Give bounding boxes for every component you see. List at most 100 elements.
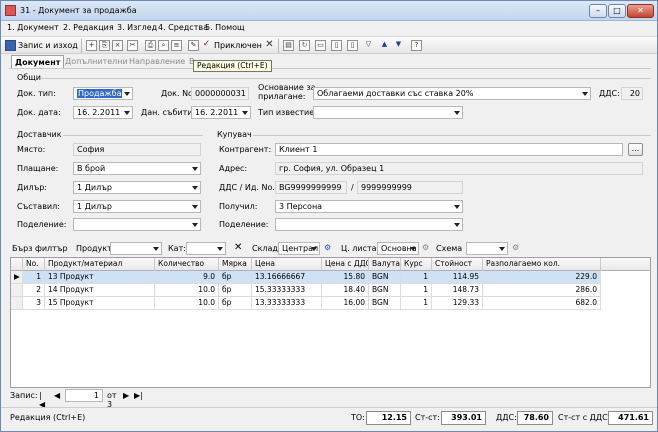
- column-header[interactable]: Разполагаемо кол.: [483, 258, 601, 271]
- author-label: Съставил:: [17, 202, 60, 211]
- supplier-dept-select[interactable]: [73, 218, 201, 231]
- scheme-settings-icon[interactable]: ⚙: [512, 243, 519, 252]
- print-icon[interactable]: ⎙: [145, 40, 156, 51]
- cut-icon[interactable]: ✂: [127, 40, 138, 51]
- id-no-field[interactable]: 9999999999: [357, 181, 463, 194]
- scheme-select[interactable]: [466, 242, 508, 255]
- table-row[interactable]: ▶ 1 13 Продукт 9.0 бр 13.16666667 15.80 …: [11, 271, 601, 284]
- save-close-button[interactable]: Запис и изход: [18, 39, 78, 52]
- vat-rate-field[interactable]: 20: [621, 87, 643, 100]
- reason-select[interactable]: Облагаеми доставки със ставка 20%: [313, 87, 591, 100]
- last-record-icon[interactable]: ▶|: [134, 391, 143, 400]
- doc-date-picker[interactable]: 16. 2.2011: [73, 106, 133, 119]
- table-row[interactable]: 2 14 Продукт 10.0 бр 15.33333333 18.40 B…: [11, 284, 601, 297]
- page-copy-icon[interactable]: ▯: [347, 40, 358, 51]
- column-header[interactable]: Продукт/материал: [45, 258, 155, 271]
- tax-date-picker[interactable]: 16. 2.2011: [191, 106, 251, 119]
- page-icon[interactable]: ▯: [331, 40, 342, 51]
- warehouse-settings-icon[interactable]: ⚙: [324, 243, 331, 252]
- cancel-icon[interactable]: ✕: [264, 40, 275, 51]
- column-header[interactable]: Количество: [155, 258, 219, 271]
- category-filter-label: Кат:: [168, 244, 186, 253]
- cell-available: 229.0: [483, 271, 601, 284]
- author-select[interactable]: 1 Дилър: [73, 200, 201, 213]
- accepted-button[interactable]: Приключен: [214, 39, 262, 52]
- refresh-icon[interactable]: ↻: [299, 40, 310, 51]
- doc-type-select[interactable]: Продажба: [73, 87, 133, 100]
- maximize-button[interactable]: □: [608, 4, 626, 18]
- column-header[interactable]: Курс: [401, 258, 432, 271]
- payment-value: В брой: [77, 164, 106, 173]
- table-row[interactable]: 3 15 Продукт 10.0 бр 13.33333333 16.00 B…: [11, 297, 601, 310]
- buyer-dept-select[interactable]: [275, 218, 463, 231]
- reason-label: Основание за прилагане:: [258, 83, 316, 101]
- prev-record-icon[interactable]: ◀: [54, 391, 60, 400]
- category-filter-select[interactable]: [186, 242, 226, 255]
- toolbar-separator: [278, 39, 279, 53]
- clear-filter-icon[interactable]: ✕: [234, 243, 242, 253]
- tab-direction[interactable]: Направление: [129, 55, 185, 69]
- status-bar: Редакция (Ctrl+E) ТО: 12.15 Ст-ст: 393.0…: [1, 407, 657, 431]
- list-icon[interactable]: ▤: [283, 40, 294, 51]
- next-record-icon[interactable]: ▶: [123, 391, 129, 400]
- cell-product: 14 Продукт: [45, 284, 155, 297]
- menu-edit[interactable]: 2. Редакция: [63, 23, 114, 32]
- column-header[interactable]: Мярка: [219, 258, 252, 271]
- product-filter-select[interactable]: [110, 242, 162, 255]
- preview-icon[interactable]: ⌕: [158, 40, 169, 51]
- menu-view[interactable]: 3. Изглед: [117, 23, 157, 32]
- edit-icon[interactable]: ✎: [188, 40, 199, 51]
- chevron-down-icon: [582, 92, 588, 96]
- partner-field[interactable]: Клиент 1: [275, 143, 623, 156]
- column-header[interactable]: Валута: [369, 258, 401, 271]
- address-field[interactable]: гр. София, ул. Образец 1: [275, 162, 643, 175]
- arrow-down-icon[interactable]: ▼: [393, 40, 404, 51]
- copy-icon[interactable]: ⎘: [99, 40, 110, 51]
- cell-no: 3: [23, 297, 45, 310]
- column-header[interactable]: Цена: [252, 258, 322, 271]
- cell-amount: 148.73: [432, 284, 483, 297]
- filter-icon[interactable]: ▽: [363, 40, 374, 51]
- chevron-down-icon: [410, 247, 416, 251]
- warehouse-select[interactable]: Централ: [278, 242, 320, 255]
- payment-select[interactable]: В брой: [73, 162, 201, 175]
- new-icon[interactable]: +: [86, 40, 97, 51]
- dealer-select[interactable]: 1 Дилър: [73, 181, 201, 194]
- pricelist-settings-icon[interactable]: ⚙: [422, 243, 429, 252]
- pricelist-select[interactable]: Основна: [377, 242, 419, 255]
- quick-filter-label: Бърз филтър: [12, 244, 68, 253]
- doc-no-field[interactable]: 0000000031: [191, 87, 249, 100]
- help-icon[interactable]: ?: [411, 40, 422, 51]
- current-row-icon: ▶: [11, 271, 23, 284]
- vat-no-field[interactable]: BG9999999999: [275, 181, 347, 194]
- column-header[interactable]: Цена с ДДС: [322, 258, 369, 271]
- document-window: 31 - Документ за продажба – □ ✕ 1. Докум…: [0, 0, 658, 432]
- column-header[interactable]: Стойност: [432, 258, 483, 271]
- menu-tools[interactable]: 4. Средства: [158, 23, 208, 32]
- partner-browse-button[interactable]: ...: [628, 143, 643, 156]
- partner-label: Контрагент:: [219, 145, 272, 154]
- close-button[interactable]: ✕: [627, 4, 654, 18]
- minimize-button[interactable]: –: [589, 4, 607, 18]
- current-record-field[interactable]: 1: [65, 389, 103, 402]
- product-filter-label: Продукт:: [76, 244, 115, 253]
- vat-id-label: ДДС / Ид. No.: [219, 183, 275, 192]
- received-select[interactable]: 3 Персона: [275, 200, 463, 213]
- export-icon[interactable]: ≡: [171, 40, 182, 51]
- cell-rate: 1: [401, 284, 432, 297]
- notice-select[interactable]: [313, 106, 463, 119]
- menu-help[interactable]: 5. Помощ: [205, 23, 245, 32]
- chevron-down-icon: [192, 223, 198, 227]
- column-header[interactable]: No.: [23, 258, 45, 271]
- menu-document[interactable]: 1. Документ: [7, 23, 59, 32]
- place-field[interactable]: София: [73, 143, 201, 156]
- document-icon[interactable]: ▭: [315, 40, 326, 51]
- cell-currency: BGN: [369, 271, 401, 284]
- tab-document[interactable]: Документ: [11, 55, 65, 69]
- tab-additional[interactable]: Допълнителни: [65, 55, 128, 69]
- arrow-up-icon[interactable]: ▲: [379, 40, 390, 51]
- warehouse-label: Склад: [252, 244, 278, 253]
- delete-icon[interactable]: ×: [112, 40, 123, 51]
- cell-unit: бр: [219, 271, 252, 284]
- cell-unit: бр: [219, 284, 252, 297]
